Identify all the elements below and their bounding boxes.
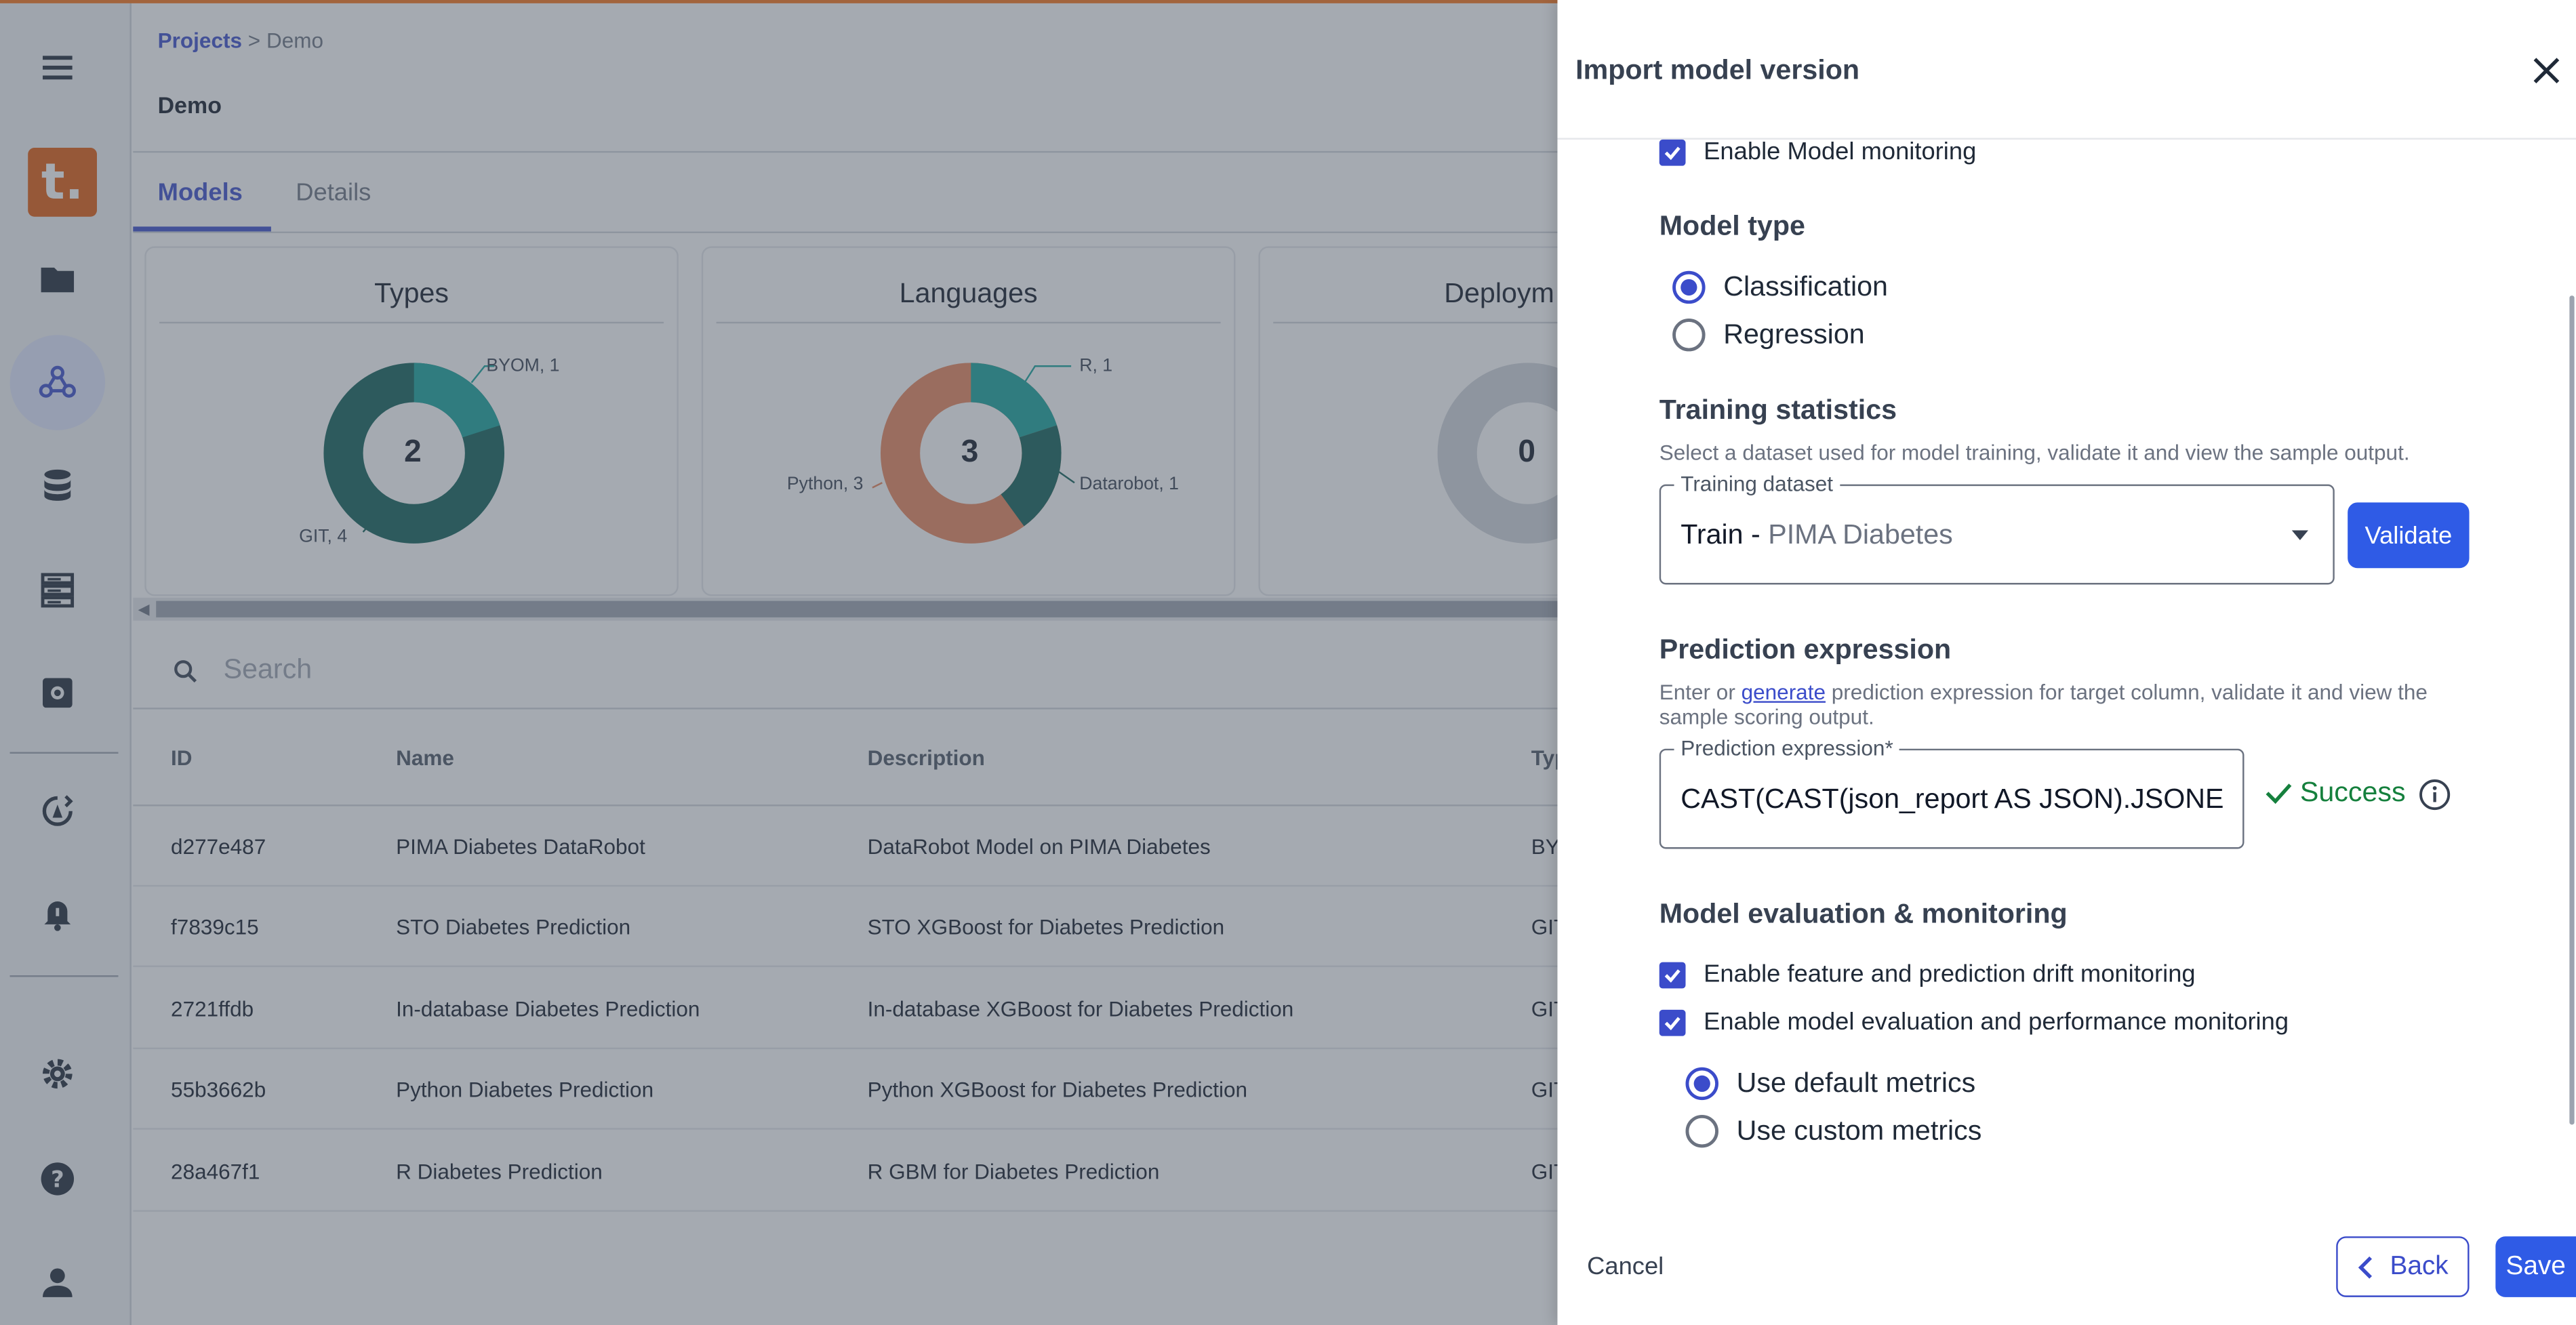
regression-label: Regression [1723,318,1865,350]
prediction-expression-field[interactable]: Prediction expression* CAST(CAST(json_re… [1659,735,2245,849]
validation-status: Success [2264,777,2406,809]
training-dataset-value: Train - PIMA Diabetes [1681,519,1953,552]
training-dataset-label: Training dataset [1674,471,1840,496]
cancel-button[interactable]: Cancel [1587,1252,1664,1280]
dataset-prefix: Train - [1681,518,1760,550]
custom-metrics-label: Use custom metrics [1736,1114,1982,1146]
back-label: Back [2390,1252,2449,1280]
enable-monitoring-label: Enable Model monitoring [1704,138,1977,166]
classification-radio[interactable] [1672,270,1706,304]
prediction-expression-input[interactable]: CAST(CAST(json_report AS JSON).JSONE [1681,783,2226,816]
training-statistics-heading: Training statistics [1659,394,1897,426]
prediction-expression-heading: Prediction expression [1659,634,1952,666]
close-icon[interactable] [2530,54,2562,87]
model-type-heading: Model type [1659,210,1805,242]
default-metrics-radio[interactable] [1685,1067,1718,1101]
prediction-hint: Enter or generate prediction expression … [1659,680,2465,729]
training-dataset-select[interactable]: Training dataset Train - PIMA Diabetes [1659,471,2335,585]
drift-monitoring-label: Enable feature and prediction drift moni… [1704,960,2196,989]
chevron-left-icon [2358,1255,2372,1278]
default-metrics-label: Use default metrics [1736,1067,1976,1099]
save-button[interactable]: Save [2495,1236,2576,1297]
back-button[interactable]: Back [2336,1236,2470,1297]
performance-monitoring-checkbox[interactable] [1659,1009,1686,1036]
classification-label: Classification [1723,270,1888,302]
regression-radio[interactable] [1672,318,1706,352]
prediction-expression-label: Prediction expression* [1674,735,1900,760]
drift-monitoring-checkbox[interactable] [1659,962,1686,989]
import-model-version-drawer: Import model version Enable Model monito… [1557,0,2576,1325]
hint-text-before: Enter or [1659,679,1735,705]
success-text: Success [2299,776,2406,808]
dataset-name: PIMA Diabetes [1768,518,1953,550]
evaluation-monitoring-heading: Model evaluation & monitoring [1659,898,2068,930]
checkmark-icon [2266,783,2292,804]
chevron-down-icon[interactable] [2291,530,2309,541]
generate-link[interactable]: generate [1742,680,1826,704]
enable-monitoring-checkbox[interactable] [1659,139,1686,166]
drawer-title: Import model version [1575,54,1860,85]
modal-backdrop[interactable] [0,0,1558,1325]
training-hint: Select a dataset used for model training… [1659,440,2410,465]
info-icon[interactable] [2418,778,2451,811]
validate-button[interactable]: Validate [2348,502,2470,569]
drawer-scrollbar[interactable] [2569,295,2575,1125]
performance-monitoring-label: Enable model evaluation and performance … [1704,1008,2289,1036]
custom-metrics-radio[interactable] [1685,1114,1718,1148]
